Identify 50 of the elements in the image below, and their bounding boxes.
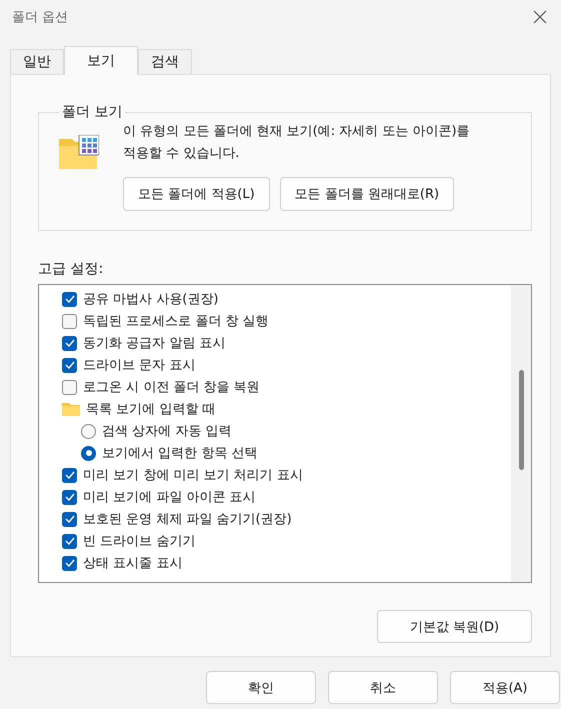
checkbox[interactable] — [62, 380, 77, 394]
option-label: 빈 드라이브 숨기기 — [83, 533, 196, 550]
checkbox[interactable] — [62, 292, 77, 306]
option-label: 드라이브 문자 표시 — [83, 357, 196, 374]
apply-folders-button[interactable]: 모든 폴더를 원래대로(R) — [280, 177, 454, 211]
option-label: 로그온 시 이전 폴더 창을 복원 — [83, 379, 260, 396]
window-title: 폴더 옵션 — [12, 8, 68, 26]
restore-defaults-button[interactable]: 기본값 복원(D) — [377, 610, 532, 643]
checkbox[interactable] — [62, 556, 77, 570]
option-label: 미리 보기 창에 미리 보기 처리기 표시 — [83, 467, 303, 484]
checkmark-icon — [64, 515, 74, 523]
radio-button[interactable] — [81, 446, 96, 460]
group-title: 폴더 보기 — [61, 103, 124, 121]
option-label: 미리 보기에 파일 아이콘 표시 — [83, 489, 256, 506]
tab[interactable]: 보기 — [64, 46, 138, 75]
checkbox[interactable] — [62, 336, 77, 350]
tab[interactable]: 검색 — [138, 49, 192, 74]
checkbox[interactable] — [62, 490, 77, 504]
folder-grid-icon — [59, 135, 99, 169]
close-icon — [533, 10, 547, 24]
advanced-settings-label: 고급 설정: — [38, 260, 104, 278]
checkmark-icon — [64, 471, 74, 479]
checkmark-icon — [64, 493, 74, 501]
checkmark-icon — [64, 361, 74, 369]
checkmark-icon — [64, 339, 74, 347]
checkbox[interactable] — [62, 358, 77, 372]
option-label: 검색 상자에 자동 입력 — [102, 423, 232, 440]
option-label: 독립된 프로세스로 폴더 창 실행 — [83, 313, 269, 330]
dialog-button[interactable]: 취소 — [328, 671, 438, 704]
checkmark-icon — [64, 537, 74, 545]
option-label: 상태 표시줄 표시 — [83, 555, 182, 572]
dialog-button[interactable]: 적용(A) — [450, 671, 560, 704]
apply-folders-button[interactable]: 모든 폴더에 적용(L) — [123, 177, 270, 211]
checkmark-icon — [64, 559, 74, 567]
group-label: 목록 보기에 입력할 때 — [86, 401, 216, 418]
option-label: 공유 마법사 사용(권장) — [83, 291, 218, 308]
option-label: 보호된 운영 체제 파일 숨기기(권장) — [83, 511, 292, 528]
tab[interactable]: 일반 — [10, 49, 64, 74]
option-label: 동기화 공급자 알림 표시 — [83, 335, 226, 352]
folder-icon — [62, 402, 80, 416]
dialog-button[interactable]: 확인 — [206, 671, 316, 704]
checkbox[interactable] — [62, 468, 77, 482]
radio-button[interactable] — [81, 424, 96, 438]
checkmark-icon — [64, 295, 74, 303]
checkbox[interactable] — [62, 314, 77, 328]
checkbox[interactable] — [62, 534, 77, 548]
checkbox[interactable] — [62, 512, 77, 526]
option-label: 보기에서 입력한 항목 선택 — [102, 445, 258, 462]
description-text: 이 유형의 모든 폴더에 현재 보기(예: 자세히 또는 아이콘)를 적용할 수 있습니다. — [123, 123, 471, 163]
scrollbar[interactable] — [511, 285, 531, 582]
